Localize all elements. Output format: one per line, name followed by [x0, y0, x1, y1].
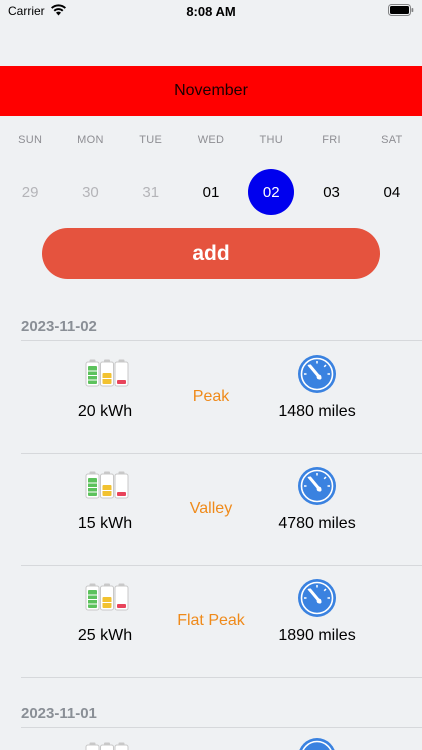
- charging-entry-partial[interactable]: [0, 728, 422, 750]
- divider: [21, 677, 422, 678]
- battery-levels-icon: [85, 583, 129, 611]
- day-cell[interactable]: 01: [181, 169, 241, 215]
- day-number[interactable]: 29: [7, 169, 53, 215]
- speedometer-icon: [298, 467, 336, 505]
- section-date: 2023-11-01: [21, 705, 97, 722]
- day-cell[interactable]: 31: [121, 169, 181, 215]
- day-cell[interactable]: 04: [362, 169, 422, 215]
- battery-levels-icon: [85, 742, 129, 750]
- month-banner: November: [0, 66, 422, 116]
- day-cell[interactable]: 29: [0, 169, 60, 215]
- add-button[interactable]: add: [42, 228, 380, 279]
- mileage: 1890 miles: [278, 627, 356, 644]
- tariff-period: Flat Peak: [177, 612, 245, 629]
- weekday-label: THU: [259, 134, 284, 146]
- charging-entry[interactable]: 25 kWh Flat Peak 1890 miles: [0, 565, 422, 677]
- tariff-period: Peak: [192, 388, 230, 405]
- energy-amount: 15 kWh: [77, 515, 133, 532]
- status-time: 8:08 AM: [186, 4, 236, 19]
- battery-levels-icon: [85, 359, 129, 387]
- speedometer-icon: [299, 738, 335, 750]
- day-number[interactable]: 30: [67, 169, 113, 215]
- mileage: 1480 miles: [278, 403, 356, 420]
- day-number[interactable]: 01: [188, 169, 234, 215]
- weekday-header: SUN MON TUE WED THU FRI SAT: [0, 134, 422, 150]
- status-bar: Carrier 8:08 AM: [0, 0, 422, 24]
- mileage: 4780 miles: [278, 515, 356, 532]
- weekday-label: SUN: [18, 134, 43, 146]
- speedometer-icon: [298, 579, 336, 617]
- speedometer-icon: [298, 355, 336, 393]
- day-cell[interactable]: 03: [301, 169, 361, 215]
- weekday-label: SAT: [381, 134, 403, 146]
- day-number[interactable]: 31: [128, 169, 174, 215]
- weekday-label: TUE: [139, 134, 163, 146]
- battery-icon: [388, 4, 414, 16]
- battery-levels-icon: [85, 471, 129, 499]
- weekday-label: WED: [197, 134, 225, 146]
- day-cell[interactable]: 30: [60, 169, 120, 215]
- weekday-label: MON: [77, 134, 104, 146]
- day-number[interactable]: 04: [369, 169, 415, 215]
- day-cell[interactable]: 02: [241, 169, 301, 215]
- section-date: 2023-11-02: [21, 318, 97, 335]
- charging-entry[interactable]: 15 kWh Valley 4780 miles: [0, 453, 422, 565]
- day-number[interactable]: 03: [309, 169, 355, 215]
- month-title: November: [174, 82, 248, 99]
- week-day-strip: 29 30 31 01 02 03 04: [0, 169, 422, 215]
- energy-amount: 20 kWh: [77, 403, 133, 420]
- charging-entry[interactable]: 20 kWh Peak 1480 miles: [0, 341, 422, 453]
- energy-amount: 25 kWh: [77, 627, 133, 644]
- selected-day[interactable]: 02: [248, 169, 295, 215]
- tariff-period: Valley: [189, 500, 233, 517]
- weekday-label: FRI: [322, 134, 341, 146]
